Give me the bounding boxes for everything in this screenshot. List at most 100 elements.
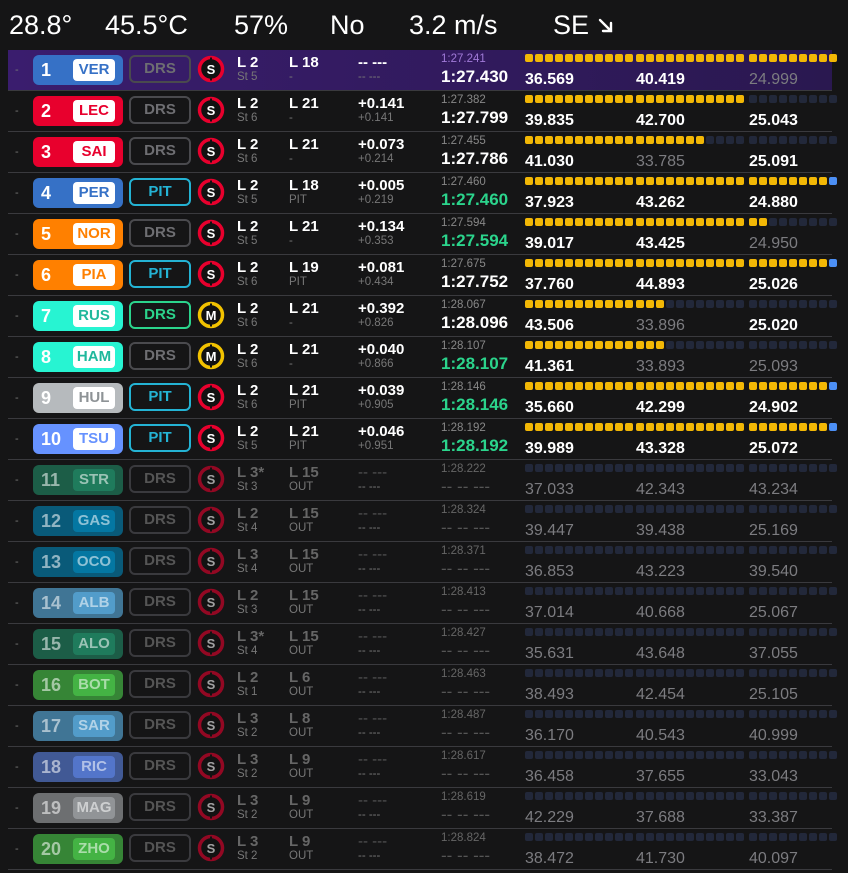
driver-row[interactable]: - 20 ZHO DRS S L 3 St 2 L 9 OUT -- --- -… — [8, 829, 837, 870]
driver-row[interactable]: - 19 MAG DRS S L 3 St 2 L 9 OUT -- --- -… — [8, 788, 837, 829]
minisector-dot — [799, 505, 807, 513]
minisector-dot — [726, 423, 734, 431]
position-number: 7 — [41, 306, 52, 326]
minisector-dot — [789, 259, 797, 267]
driver-row[interactable]: - 18 RIC DRS S L 3 St 2 L 9 OUT -- --- -… — [8, 747, 837, 788]
minisector-dot — [595, 587, 603, 595]
driver-row[interactable]: - 10 TSU PIT S L 2 St 5 L 21 PIT +0.046 … — [8, 419, 837, 460]
driver-row[interactable]: - 15 ALO DRS S L 3* St 4 L 15 OUT -- ---… — [8, 624, 837, 665]
sector-time: 33.387 — [749, 809, 798, 826]
minisector-dot — [565, 54, 573, 62]
minisector-dot — [636, 423, 644, 431]
driver-row[interactable]: - 1 VER DRS S L 2 St 5 L 18 - -- --- -- … — [8, 50, 837, 91]
minisector-dot — [545, 710, 553, 718]
minisector-dot — [565, 136, 573, 144]
position-badge: 3 SAI — [33, 137, 123, 167]
position-number: 18 — [41, 757, 62, 777]
driver-row[interactable]: - 4 PER PIT S L 2 St 5 L 18 PIT +0.005 +… — [8, 173, 837, 214]
minisector-dot — [656, 177, 664, 185]
driver-row[interactable]: - 12 GAS DRS S L 2 St 4 L 15 OUT -- --- … — [8, 501, 837, 542]
minisector-dot — [736, 505, 744, 513]
minisector-dot — [696, 710, 704, 718]
driver-row[interactable]: - 17 SAR DRS S L 3 St 2 L 8 OUT -- --- -… — [8, 706, 837, 747]
minisector-dot — [575, 587, 583, 595]
minisector-dot — [706, 669, 714, 677]
minisector-dot — [799, 751, 807, 759]
minisector-dot — [819, 177, 827, 185]
minisector-dot — [605, 833, 613, 841]
row-dash: - — [15, 187, 19, 199]
minisector-dot — [696, 464, 704, 472]
driver-row[interactable]: - 6 PIA PIT S L 2 St 6 L 19 PIT +0.081 +… — [8, 255, 837, 296]
minisector-dot — [575, 177, 583, 185]
driver-row[interactable]: - 7 RUS DRS M L 2 St 6 L 21 - +0.392 +0.… — [8, 296, 837, 337]
lap-status: OUT — [289, 522, 314, 534]
minisector-dot — [565, 587, 573, 595]
driver-row[interactable]: - 13 OCO DRS S L 3 St 4 L 15 OUT -- --- … — [8, 542, 837, 583]
minisector-dot — [759, 54, 767, 62]
driver-code: HAM — [73, 346, 115, 368]
minisector-dot — [799, 423, 807, 431]
row-dash: - — [15, 515, 19, 527]
best-lap: 1:28.487 — [441, 709, 486, 721]
minisector-dot — [585, 792, 593, 800]
minisector-dot — [779, 382, 787, 390]
sector-time: 37.033 — [525, 481, 574, 498]
minisector-dot — [759, 833, 767, 841]
position-number: 16 — [41, 675, 62, 695]
driver-row[interactable]: - 9 HUL PIT S L 2 St 6 L 21 PIT +0.039 +… — [8, 378, 837, 419]
tyre-letter: S — [207, 800, 216, 815]
minisector-dot — [736, 382, 744, 390]
minisector-dot — [615, 669, 623, 677]
driver-row[interactable]: - 16 BOT DRS S L 2 St 1 L 6 OUT -- --- -… — [8, 665, 837, 706]
minisector-dot — [525, 587, 533, 595]
lap-count: L 15 — [289, 505, 319, 522]
minisector-dot — [545, 464, 553, 472]
minisector-dot — [726, 300, 734, 308]
minisector-dot — [779, 300, 787, 308]
stint: St 4 — [237, 563, 258, 575]
lap-count: L 9 — [289, 792, 311, 809]
gap-to-leader: -- --- — [358, 71, 381, 83]
driver-row[interactable]: - 11 STR DRS S L 3* St 3 L 15 OUT -- ---… — [8, 460, 837, 501]
minisector-dot — [525, 218, 533, 226]
lap-status: - — [289, 317, 293, 329]
last-lap: 1:28.192 — [441, 436, 509, 455]
driver-row[interactable]: - 5 NOR DRS S L 2 St 5 L 21 - +0.134 +0.… — [8, 214, 837, 255]
minisector-dot — [819, 792, 827, 800]
minisector-dot — [789, 505, 797, 513]
minisector-dot — [749, 423, 757, 431]
driver-row[interactable]: - 3 SAI DRS S L 2 St 6 L 21 - +0.073 +0.… — [8, 132, 837, 173]
lap-status: PIT — [289, 194, 307, 206]
position-badge: 18 RIC — [33, 752, 123, 782]
minisector-dot — [646, 546, 654, 554]
minisector-dot — [605, 136, 613, 144]
minisector-dot — [749, 792, 757, 800]
position-badge: 20 ZHO — [33, 834, 123, 864]
minisector-dot — [779, 546, 787, 554]
minisector-dot — [525, 546, 533, 554]
minisector-dot — [706, 751, 714, 759]
minisector-dot — [555, 54, 563, 62]
minisector-dot — [625, 751, 633, 759]
stint: St 6 — [237, 317, 258, 329]
gap-to-leader: -- --- — [358, 686, 381, 698]
minisector-dot — [535, 751, 543, 759]
minisector-dot — [736, 259, 744, 267]
minisector-dot — [625, 259, 633, 267]
best-lap: 1:27.455 — [441, 135, 486, 147]
position-number: 12 — [41, 511, 62, 531]
driver-row[interactable]: - 2 LEC DRS S L 2 St 6 L 21 - +0.141 +0.… — [8, 91, 837, 132]
minisector-dot — [829, 95, 837, 103]
driver-code: PER — [73, 182, 115, 204]
minisector-dot — [636, 218, 644, 226]
minisector-dot — [535, 95, 543, 103]
driver-row[interactable]: - 8 HAM DRS M L 2 St 6 L 21 - +0.040 +0.… — [8, 337, 837, 378]
minisector-dot — [646, 259, 654, 267]
best-lap: 1:28.107 — [441, 340, 486, 352]
minisector-dot — [716, 833, 724, 841]
sector-time: 24.950 — [749, 235, 798, 252]
driver-row[interactable]: - 14 ALB DRS S L 2 St 3 L 15 OUT -- --- … — [8, 583, 837, 624]
lap-status: OUT — [289, 563, 314, 575]
minisector-dot — [605, 628, 613, 636]
